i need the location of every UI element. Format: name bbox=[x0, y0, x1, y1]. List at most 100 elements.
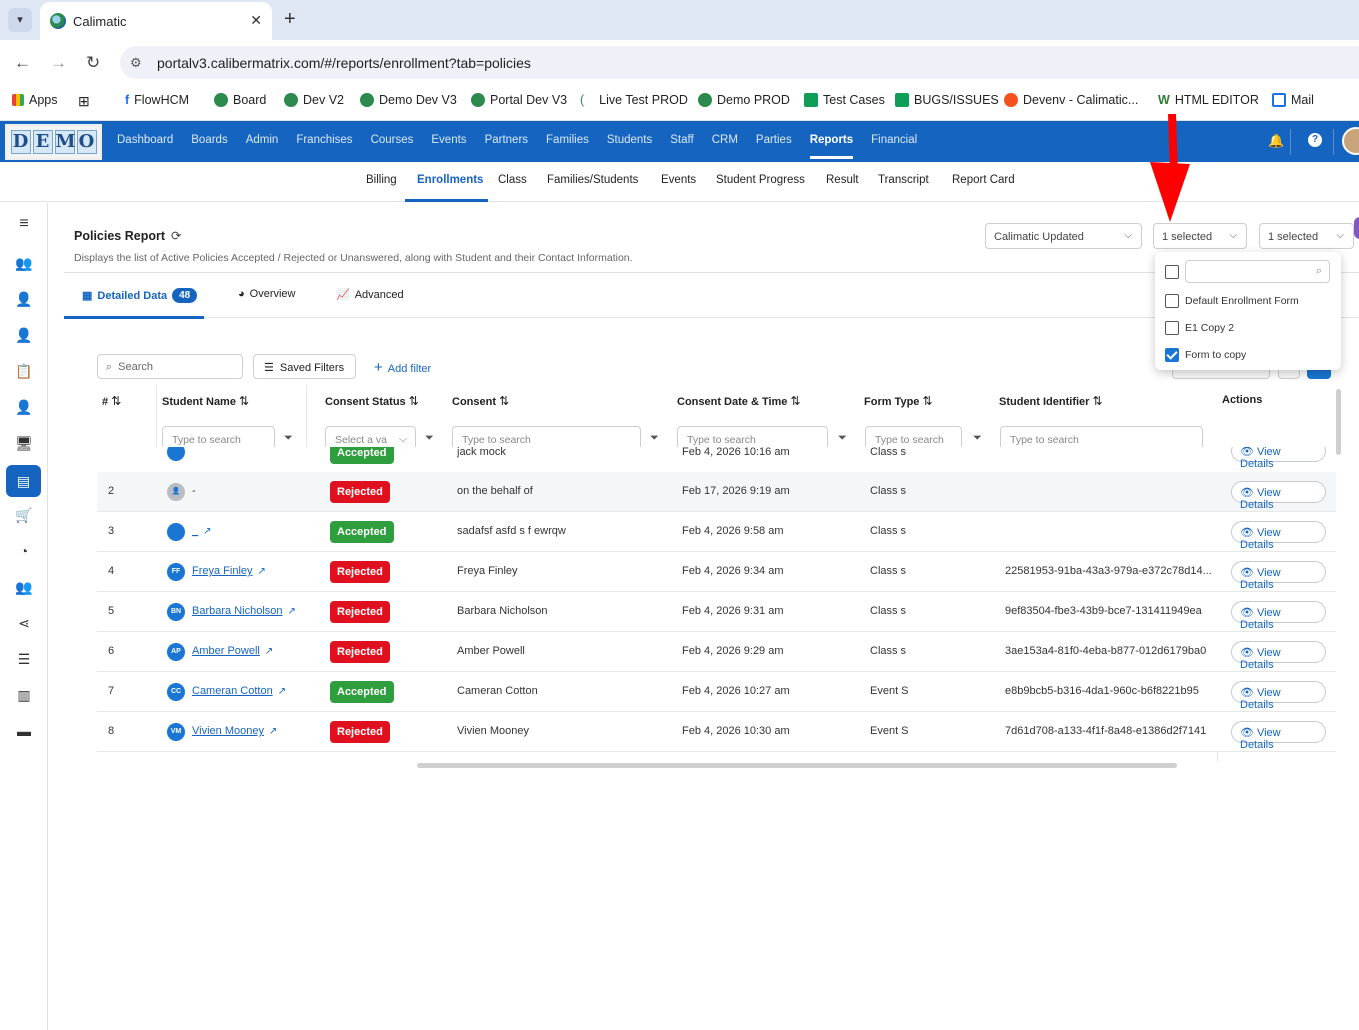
new-tab-icon[interactable]: + bbox=[284, 9, 296, 29]
presentation-icon[interactable]: 🖥 bbox=[14, 433, 34, 453]
subnav-class[interactable]: Class bbox=[498, 174, 527, 186]
bookmark-devenv[interactable]: Devenv - Calimatic... bbox=[1004, 93, 1138, 107]
forward-icon[interactable]: → bbox=[50, 53, 67, 73]
filter-icon[interactable]: ⏷ bbox=[650, 432, 659, 445]
nav-parties[interactable]: Parties bbox=[756, 134, 792, 146]
view-details-button[interactable]: 👁 View Details bbox=[1231, 721, 1326, 751]
table-row[interactable]: Accepted jack mock Feb 4, 2026 10:16 am … bbox=[97, 447, 1336, 473]
bell-icon[interactable]: 🔔 bbox=[1268, 133, 1284, 149]
tab-list-chevron-icon[interactable]: ▾ bbox=[8, 8, 32, 32]
user-minus-icon[interactable]: 👤 bbox=[14, 397, 34, 417]
subnav-report-card[interactable]: Report Card bbox=[952, 174, 1015, 186]
external-link-icon[interactable]: ↗ bbox=[288, 606, 296, 617]
table-row[interactable]: 5 BN Barbara Nicholson ↗ Rejected Barbara… bbox=[97, 592, 1336, 632]
clipboard-icon[interactable]: 📋 bbox=[14, 361, 34, 381]
subnav-billing[interactable]: Billing bbox=[366, 174, 397, 186]
tab-overview[interactable]: ◕ Overview bbox=[238, 288, 296, 300]
subnav-families-students[interactable]: Families/Students bbox=[547, 174, 638, 186]
header-form-type[interactable]: Form Type ⇅ bbox=[864, 394, 933, 408]
header-num[interactable]: # ⇅ bbox=[102, 394, 121, 408]
bookmark-portal-dev-v3[interactable]: Portal Dev V3 bbox=[471, 93, 567, 107]
bookmark-bugs-issues[interactable]: BUGS/ISSUES bbox=[895, 93, 999, 107]
families-icon[interactable]: 👥 bbox=[14, 253, 34, 273]
option-checkbox[interactable] bbox=[1165, 321, 1179, 335]
bookmark-grid[interactable]: ⊞ bbox=[78, 93, 90, 110]
user-avatar[interactable] bbox=[1342, 127, 1359, 155]
bookmark-demo-prod[interactable]: Demo PROD bbox=[698, 93, 790, 107]
view-details-button[interactable]: 👁 View Details bbox=[1231, 601, 1326, 631]
view-details-button[interactable]: 👁 View Details bbox=[1231, 481, 1326, 511]
saved-filters-button[interactable]: ☰ Saved Filters bbox=[253, 354, 356, 379]
subnav-transcript[interactable]: Transcript bbox=[878, 174, 929, 186]
option-checkbox[interactable] bbox=[1165, 294, 1179, 308]
help-icon[interactable]: ? bbox=[1308, 133, 1322, 147]
bookmark-flowhcm[interactable]: f FlowHCM bbox=[125, 93, 189, 107]
share-icon[interactable]: ⋖ bbox=[14, 613, 34, 633]
nav-families[interactable]: Families bbox=[546, 134, 589, 146]
subnav-enrollments[interactable]: Enrollments bbox=[417, 174, 483, 186]
bookmark-live-test-prod[interactable]: (Live Test PROD bbox=[580, 93, 688, 107]
nav-boards[interactable]: Boards bbox=[191, 134, 227, 146]
bookmark-html-editor[interactable]: W HTML EDITOR bbox=[1158, 93, 1259, 107]
bookmark-apps[interactable]: Apps bbox=[12, 93, 58, 107]
close-tab-icon[interactable]: ✕ bbox=[250, 12, 262, 29]
floating-action-tab[interactable] bbox=[1354, 217, 1359, 239]
add-filter-button[interactable]: + Add filter bbox=[374, 359, 431, 376]
external-link-icon[interactable]: ↗ bbox=[269, 726, 277, 737]
tab-advanced[interactable]: 📈 Advanced bbox=[336, 288, 404, 302]
tab-detailed-data[interactable]: ▦ Detailed Data 48 bbox=[82, 288, 198, 303]
reload-icon[interactable]: ↻ bbox=[86, 53, 100, 73]
nav-partners[interactable]: Partners bbox=[485, 134, 528, 146]
view-details-button[interactable]: 👁 View Details bbox=[1231, 521, 1326, 551]
nav-financial[interactable]: Financial bbox=[871, 134, 917, 146]
ticket-icon[interactable]: ▬ bbox=[14, 721, 34, 741]
external-link-icon[interactable]: ↗ bbox=[203, 526, 211, 537]
view-details-button[interactable]: 👁 View Details bbox=[1231, 641, 1326, 671]
bookmark-mail[interactable]: Mail bbox=[1272, 93, 1314, 107]
menu-icon[interactable]: ≡ bbox=[14, 214, 34, 234]
table-row[interactable]: 3 👤 _ ↗ Accepted sadafsf asfd s f ewrqw F… bbox=[97, 512, 1336, 552]
student-name-link[interactable]: Barbara Nicholson ↗ bbox=[192, 605, 296, 617]
dropdown-option[interactable]: E1 Copy 2 bbox=[1165, 321, 1234, 335]
filter-icon[interactable]: ⏷ bbox=[838, 432, 847, 445]
nav-courses[interactable]: Courses bbox=[371, 134, 414, 146]
nav-events[interactable]: Events bbox=[431, 134, 466, 146]
list-icon[interactable]: ☰ bbox=[14, 649, 34, 669]
nav-admin[interactable]: Admin bbox=[246, 134, 279, 146]
subnav-student-progress[interactable]: Student Progress bbox=[716, 174, 805, 186]
browser-tab[interactable]: Calimatic ✕ bbox=[40, 2, 272, 40]
secondary-select[interactable]: 1 selected ⌵ bbox=[1259, 223, 1354, 249]
bar-chart-icon[interactable]: ▥ bbox=[14, 685, 34, 705]
franchise-select[interactable]: Calimatic Updated ⌵ bbox=[985, 223, 1142, 249]
header-consent-date[interactable]: Consent Date & Time ⇅ bbox=[677, 394, 801, 408]
option-checkbox-checked[interactable] bbox=[1165, 348, 1179, 362]
nav-reports[interactable]: Reports bbox=[809, 134, 854, 159]
filter-icon[interactable]: ⏷ bbox=[425, 432, 434, 445]
student-name-link[interactable]: Vivien Mooney ↗ bbox=[192, 725, 277, 737]
horizontal-scrollbar[interactable] bbox=[417, 763, 1177, 768]
student-name-link[interactable]: Cameran Cotton ↗ bbox=[192, 685, 286, 697]
url-field[interactable]: ⚙ portalv3.calibermatrix.com/#/reports/e… bbox=[120, 46, 1359, 79]
refresh-icon[interactable]: ⟳ bbox=[171, 229, 181, 243]
remove-user-icon[interactable]: 👤 bbox=[14, 325, 34, 345]
nav-franchises[interactable]: Franchises bbox=[296, 134, 352, 146]
header-student-identifier[interactable]: Student Identifier ⇅ bbox=[999, 394, 1103, 408]
search-input[interactable]: ⌕ Search bbox=[97, 354, 243, 379]
add-user-icon[interactable]: 👤 bbox=[14, 289, 34, 309]
users-icon[interactable]: 👥 bbox=[14, 577, 34, 597]
demo-logo[interactable]: D E M O bbox=[5, 124, 102, 160]
select-all-checkbox[interactable] bbox=[1165, 265, 1179, 279]
filter-icon[interactable]: ⏷ bbox=[973, 432, 982, 445]
table-row[interactable]: 7 CC Cameran Cotton ↗ Accepted Cameran Co… bbox=[97, 672, 1336, 712]
pie-chart-icon[interactable]: ◔ bbox=[14, 541, 34, 561]
back-icon[interactable]: ← bbox=[14, 53, 31, 73]
table-row[interactable]: 8 VM Vivien Mooney ↗ Rejected Vivien Moon… bbox=[97, 712, 1336, 752]
dropdown-search-input[interactable]: ⌕ bbox=[1185, 260, 1330, 283]
bookmark-demo-dev-v3[interactable]: Demo Dev V3 bbox=[360, 93, 457, 107]
dropdown-option[interactable]: Form to copy bbox=[1165, 348, 1246, 362]
header-consent-status[interactable]: Consent Status ⇅ bbox=[325, 394, 419, 408]
subnav-events[interactable]: Events bbox=[661, 174, 696, 186]
nav-crm[interactable]: CRM bbox=[712, 134, 738, 146]
external-link-icon[interactable]: ↗ bbox=[278, 686, 286, 697]
cart-icon[interactable]: 🛒 bbox=[14, 505, 34, 525]
